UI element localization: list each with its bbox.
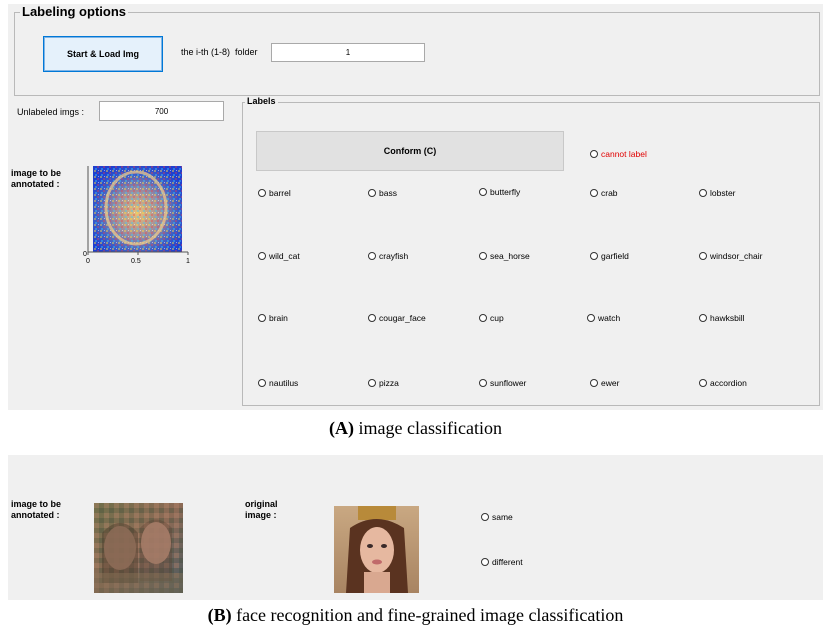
caption-a-text: image classification xyxy=(354,418,502,438)
radio-label: pizza xyxy=(379,378,399,388)
radio-circle xyxy=(258,252,266,260)
folder-label: the i-th (1-8) folder xyxy=(181,47,258,57)
caption-b-text: face recognition and fine-grained image … xyxy=(231,605,624,625)
radio-label: watch xyxy=(598,313,621,323)
radio-circle xyxy=(699,252,707,260)
radio-circle xyxy=(368,314,376,322)
radio-circle xyxy=(258,189,266,197)
image-label-line2: annotated : xyxy=(11,179,60,189)
radio-label: barrel xyxy=(269,188,291,198)
original-label-line1: original xyxy=(245,499,278,509)
radio-garfield[interactable]: garfield xyxy=(590,251,629,261)
radio-circle xyxy=(368,252,376,260)
radio-ewer[interactable]: ewer xyxy=(590,378,619,388)
conform-button[interactable]: Conform (C) xyxy=(256,131,564,171)
radio-nautilus[interactable]: nautilus xyxy=(258,378,298,388)
radio-circle xyxy=(590,150,598,158)
radio-crayfish[interactable]: crayfish xyxy=(368,251,408,261)
radio-circle xyxy=(699,379,707,387)
radio-circle xyxy=(479,379,487,387)
cannot-label-text: cannot label xyxy=(601,149,647,159)
y-tick-0: 0 xyxy=(83,251,87,258)
caption-b-label: (B) xyxy=(207,605,232,625)
radio-circle xyxy=(587,314,595,322)
radio-cougar-face[interactable]: cougar_face xyxy=(368,313,426,323)
radio-butterfly[interactable]: butterfly xyxy=(479,187,520,197)
image-label-line2-b: annotated : xyxy=(11,510,60,520)
caption-b: (B) face recognition and fine-grained im… xyxy=(0,605,831,626)
radio-brain[interactable]: brain xyxy=(258,313,288,323)
unlabeled-imgs-label: Unlabeled imgs : xyxy=(17,107,85,117)
radio-circle xyxy=(479,314,487,322)
radio-circle xyxy=(699,314,707,322)
caption-a-label: (A) xyxy=(329,418,355,438)
radio-label: different xyxy=(492,557,523,567)
radio-barrel[interactable]: barrel xyxy=(258,188,291,198)
radio-circle xyxy=(590,379,598,387)
unlabeled-imgs-field: 700 xyxy=(99,101,224,121)
labels-title: Labels xyxy=(245,96,278,106)
radio-circle xyxy=(590,252,598,260)
radio-label: cup xyxy=(490,313,504,323)
image-to-be-annotated-label: image to be annotated : xyxy=(11,168,61,190)
radio-pizza[interactable]: pizza xyxy=(368,378,399,388)
radio-label: lobster xyxy=(710,188,736,198)
radio-sunflower[interactable]: sunflower xyxy=(479,378,526,388)
annotated-face-image xyxy=(94,503,183,593)
radio-hawksbill[interactable]: hawksbill xyxy=(699,313,745,323)
radio-lobster[interactable]: lobster xyxy=(699,188,736,198)
radio-watch[interactable]: watch xyxy=(587,313,620,323)
radio-label: bass xyxy=(379,188,397,198)
radio-label: sunflower xyxy=(490,378,527,388)
radio-circle xyxy=(481,513,489,521)
x-tick-1: 1 xyxy=(186,258,190,265)
x-tick-0: 0 xyxy=(86,258,90,265)
radio-label: same xyxy=(492,512,513,522)
radio-label: nautilus xyxy=(269,378,299,388)
image-label-line1-b: image to be xyxy=(11,499,62,509)
radio-circle xyxy=(479,252,487,260)
image-to-be-annotated-label-b: image to be annotated : xyxy=(11,499,61,521)
radio-different[interactable]: different xyxy=(481,557,523,567)
folder-input[interactable]: 1 xyxy=(271,43,425,62)
radio-label: accordion xyxy=(710,378,747,388)
radio-cup[interactable]: cup xyxy=(479,313,504,323)
radio-label: wild_cat xyxy=(269,251,300,261)
annotated-image-plot: 0 0 0.5 1 xyxy=(83,166,190,265)
radio-label: windsor_chair xyxy=(710,251,763,261)
radio-circle xyxy=(590,189,598,197)
labeling-options-title: Labeling options xyxy=(20,4,128,19)
original-image-label: original image : xyxy=(245,499,278,521)
radio-circle xyxy=(258,314,266,322)
x-tick-0-5: 0.5 xyxy=(131,258,141,265)
radio-circle xyxy=(481,558,489,566)
radio-label: butterfly xyxy=(490,187,521,197)
caption-a: (A) image classification xyxy=(0,418,831,439)
radio-circle xyxy=(479,188,487,196)
radio-circle xyxy=(258,379,266,387)
radio-sea-horse[interactable]: sea_horse xyxy=(479,251,530,261)
radio-label: ewer xyxy=(601,378,620,388)
radio-circle xyxy=(699,189,707,197)
radio-accordion[interactable]: accordion xyxy=(699,378,747,388)
radio-circle xyxy=(368,189,376,197)
cannot-label-radio[interactable]: cannot label xyxy=(590,149,647,159)
radio-label: cougar_face xyxy=(379,313,426,323)
radio-same[interactable]: same xyxy=(481,512,513,522)
start-load-img-button[interactable]: Start & Load Img xyxy=(43,36,163,72)
radio-label: brain xyxy=(269,313,288,323)
image-label-line1: image to be xyxy=(11,168,62,178)
radio-label: garfield xyxy=(601,251,629,261)
radio-wild-cat[interactable]: wild_cat xyxy=(258,251,300,261)
radio-label: hawksbill xyxy=(710,313,745,323)
radio-label: sea_horse xyxy=(490,251,530,261)
radio-circle xyxy=(368,379,376,387)
radio-label: crayfish xyxy=(379,251,409,261)
original-face-image xyxy=(334,506,419,593)
radio-windsor-chair[interactable]: windsor_chair xyxy=(699,251,762,261)
radio-bass[interactable]: bass xyxy=(368,188,397,198)
radio-label: crab xyxy=(601,188,618,198)
radio-crab[interactable]: crab xyxy=(590,188,618,198)
original-label-line2: image : xyxy=(245,510,277,520)
